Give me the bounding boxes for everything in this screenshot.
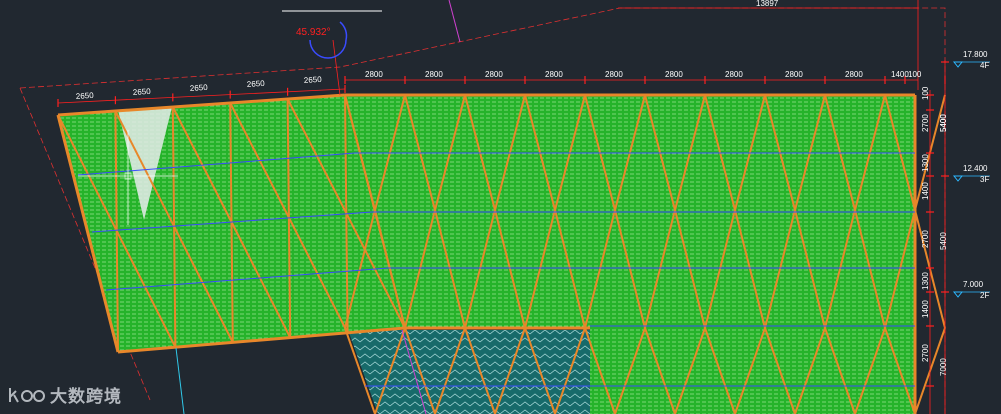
diagrid-member-sloped <box>230 221 234 343</box>
diagrid-member-sloped <box>171 106 176 227</box>
dim-right-6: 2700 <box>921 230 930 248</box>
level-marker-3f: 12.400 3F <box>952 164 990 184</box>
level-marker-2f: 7.000 2F <box>952 280 990 300</box>
diagrid-member-sloped <box>345 213 349 333</box>
dim-top-3: 2800 <box>485 70 503 79</box>
dim-slanted-1: 2650 <box>76 91 95 101</box>
dim-top-2: 2800 <box>425 70 443 79</box>
level-floor-2f: 2F <box>980 291 989 300</box>
level-floor-4f: 4F <box>980 61 989 70</box>
dim-right-9: 2700 <box>921 344 930 362</box>
dim-right-1: 100 <box>921 86 930 100</box>
cad-drawing-canvas[interactable]: 45.932° 13897 2650 2650 2650 2650 2650 2… <box>0 0 1001 414</box>
angle-label: 45.932° <box>296 27 331 38</box>
glass-panel-lower <box>348 330 590 414</box>
angle-arc-arrow <box>339 21 348 41</box>
dim-top-10: 1400 <box>891 70 909 79</box>
diagrid-member-sloped <box>114 110 118 231</box>
level-elevation-4f: 17.800 <box>963 50 988 59</box>
magenta-construction-line <box>448 0 461 43</box>
dim-outer-3: 7000 <box>939 358 948 376</box>
red-leader-line <box>332 39 341 96</box>
dim-top-5: 2800 <box>605 70 623 79</box>
level-elevation-3f: 12.400 <box>963 164 988 173</box>
total-dimension-text: 13897 <box>756 0 779 8</box>
diagrid-member-sloped <box>115 230 119 353</box>
dim-slanted-4: 2650 <box>247 79 266 89</box>
dim-slanted-2: 2650 <box>133 87 152 97</box>
level-elevation-2f: 7.000 <box>963 280 984 289</box>
angle-arc <box>309 39 347 59</box>
dim-right-7: 1300 <box>921 272 930 290</box>
dim-top-8: 2800 <box>785 70 803 79</box>
watermark-text: 大数跨境 <box>50 387 122 407</box>
dim-slanted-5: 2650 <box>304 75 323 85</box>
dim-top-11: 100 <box>908 70 922 79</box>
watermark: 大数跨境 <box>8 382 122 407</box>
level-marker-4f: 17.800 4F <box>952 50 990 70</box>
watermark-logo-icon <box>9 387 45 402</box>
dim-top-6: 2800 <box>665 70 683 79</box>
level-floor-3f: 3F <box>980 175 989 184</box>
dim-right-3: 2700 <box>921 114 930 132</box>
diagrid-member-sloped <box>287 217 292 338</box>
dim-outer-1: 5400 <box>939 114 948 132</box>
dim-right-5: 1400 <box>921 182 930 200</box>
diagrid-member-sloped <box>173 226 177 348</box>
dim-right-8: 1400 <box>921 300 930 318</box>
dim-top-7: 2800 <box>725 70 743 79</box>
dim-slanted-3: 2650 <box>190 83 209 93</box>
dim-top-9: 2800 <box>845 70 863 79</box>
dim-right-4: 1300 <box>921 154 930 172</box>
dim-top-4: 2800 <box>545 70 563 79</box>
cyan-construction-line <box>175 347 185 414</box>
dim-outer-2: 5400 <box>939 232 948 250</box>
dim-top-1: 2800 <box>365 70 383 79</box>
